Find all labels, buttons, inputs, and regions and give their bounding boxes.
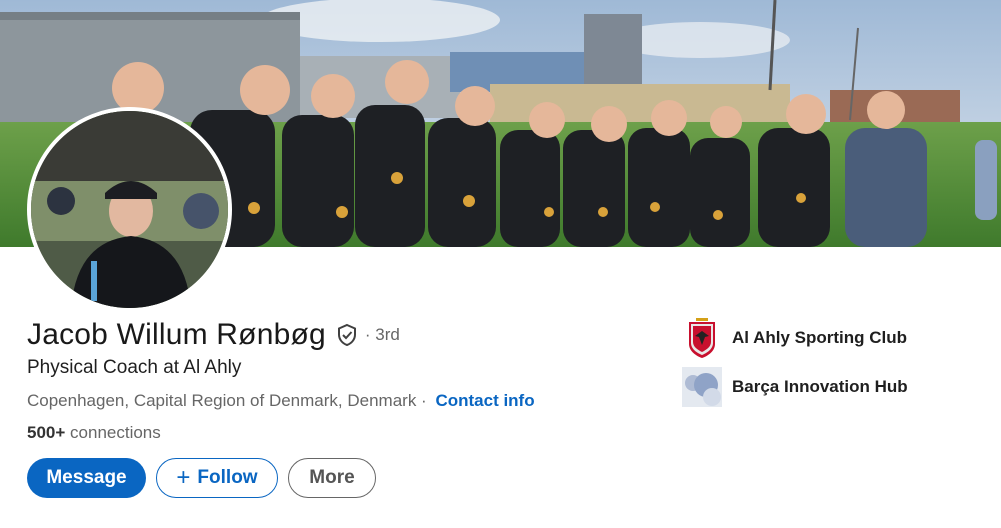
org-barca-innovation-hub[interactable]: Barça Innovation Hub — [682, 367, 908, 407]
location-row: Copenhagen, Capital Region of Denmark, D… — [27, 391, 535, 411]
org-name: Barça Innovation Hub — [732, 377, 908, 396]
profile-name: Jacob Willum Rønbøg — [27, 318, 326, 351]
barca-innovation-hub-logo-icon — [682, 367, 722, 407]
al-ahly-logo-icon — [682, 318, 722, 358]
message-button-label: Message — [46, 467, 127, 488]
org-name: Al Ahly Sporting Club — [732, 328, 908, 347]
connections-label: connections — [70, 423, 161, 442]
follow-button[interactable]: + Follow — [156, 458, 278, 498]
connections-count[interactable]: 500+ connections — [27, 423, 161, 443]
plus-icon: + — [176, 464, 191, 491]
follow-button-label: Follow — [197, 467, 258, 488]
connections-number: 500+ — [27, 423, 66, 442]
profile-headline: Physical Coach at Al Ahly — [27, 357, 242, 378]
profile-avatar[interactable] — [27, 107, 232, 312]
profile-location: Copenhagen, Capital Region of Denmark, D… — [27, 391, 417, 410]
more-button[interactable]: More — [288, 458, 376, 498]
verified-shield-icon[interactable] — [335, 323, 359, 347]
connection-degree: · 3rd — [364, 325, 400, 344]
message-button[interactable]: Message — [27, 458, 146, 498]
name-row: Jacob Willum Rønbøg · 3rd — [27, 318, 400, 352]
more-button-label: More — [309, 467, 355, 488]
contact-info-link[interactable]: Contact info — [435, 391, 534, 410]
location-separator: · — [416, 391, 427, 410]
profile-card: Jacob Willum Rønbøg · 3rd Physical Coach… — [0, 0, 1001, 528]
org-al-ahly[interactable]: Al Ahly Sporting Club — [682, 318, 907, 358]
